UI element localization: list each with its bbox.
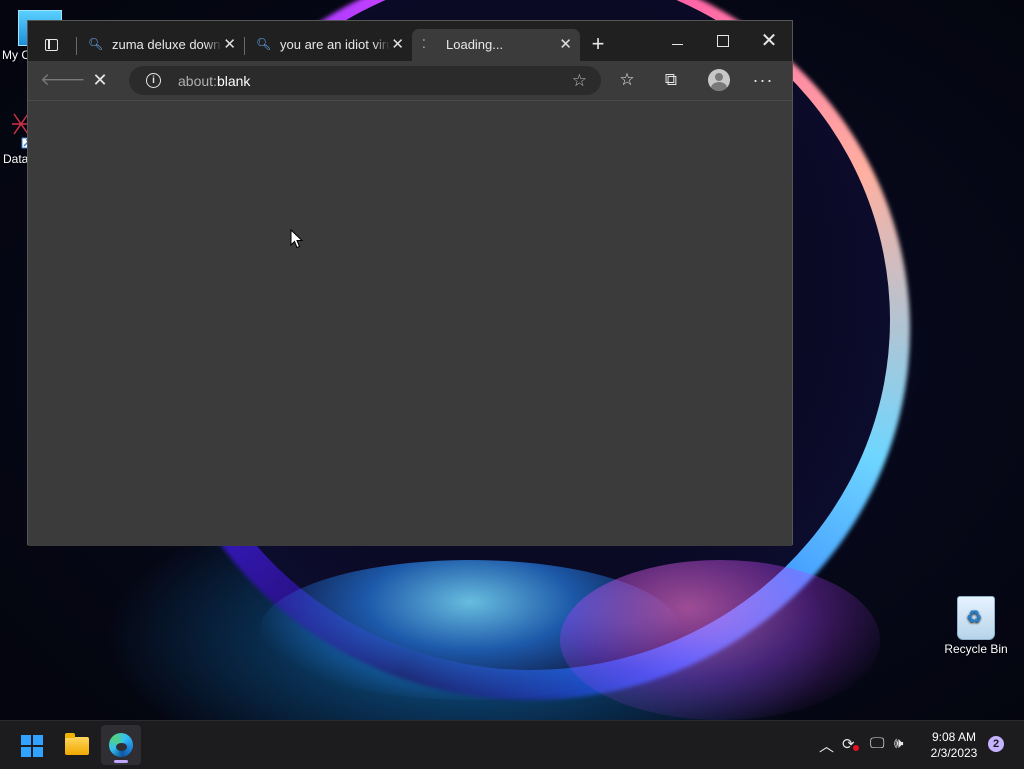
close-icon: ✕ [760,30,778,52]
close-icon: ✕ [92,70,108,90]
arrow-left-icon: 🡐 [40,70,86,89]
url-text[interactable]: about:blank [178,73,250,89]
network-icon[interactable]: 🖵︎ [870,735,884,752]
file-explorer-button[interactable] [57,725,97,765]
start-button[interactable] [12,725,52,765]
maximize-button[interactable] [700,21,746,61]
search-icon: 🔍︎ [88,37,104,51]
maximize-icon [717,35,729,47]
info-icon[interactable]: i [146,73,161,88]
collections-icon: ⧉ [664,70,678,89]
recycle-bin-icon: ♻ [957,596,995,640]
tab-loading-active[interactable]: ⁚ Loading... ✕ [412,29,580,61]
active-app-indicator [114,760,128,763]
page-content-area[interactable] [28,100,792,546]
favorites-list-star-icon: ☆ [619,70,635,89]
close-tab-button[interactable]: ✕ [391,35,404,53]
minimize-button[interactable] [654,21,700,61]
new-tab-button[interactable]: + [584,31,612,59]
profile-button[interactable] [704,66,734,94]
tab-actions-icon [45,39,58,51]
minimize-icon [671,43,683,45]
tab-zuma-search[interactable]: 🔍︎ zuma deluxe downl ✕ [78,29,244,61]
folder-icon [65,733,89,755]
browser-toolbar: 🡐 ✕ i about:blank ☆ ☆ ⧉ ··· [28,61,792,99]
close-window-button[interactable]: ✕ [746,21,792,61]
wallpaper-glow-pink [560,560,880,720]
stop-loading-button[interactable]: ✕ [85,66,115,94]
add-favorite-star-icon[interactable]: ☆ [572,71,587,91]
url-scheme: about: [178,73,217,89]
tab-label: zuma deluxe downl [112,37,222,52]
url-path: blank [216,73,251,89]
tab-separator [76,37,77,55]
tab-label: Loading... [446,37,504,52]
browser-titlebar: 🔍︎ zuma deluxe downl ✕ 🔍︎ you are an idi… [28,21,792,61]
clock-date: 2/3/2023 [930,746,978,760]
settings-more-button[interactable]: ··· [748,66,778,94]
close-tab-button[interactable]: ✕ [223,35,236,53]
tab-separator [244,37,245,55]
back-button[interactable]: 🡐 [40,66,86,94]
show-hidden-icons-chevron-up-icon[interactable]: ︿ [819,735,834,756]
favorites-button[interactable]: ☆ [612,66,642,94]
clock[interactable]: 9:08 AM 2/3/2023 [916,729,992,761]
browser-window: 🔍︎ zuma deluxe downl ✕ 🔍︎ you are an idi… [27,20,793,546]
edge-taskbar-button[interactable] [101,725,141,765]
address-bar[interactable]: i about:blank ☆ [129,66,601,95]
clock-time: 9:08 AM [931,730,977,744]
sync-status-icon[interactable]: ⟳ [842,735,859,753]
volume-icon[interactable]: 🕪︎ [894,735,903,752]
windows-logo-icon [21,735,43,757]
desktop-icon-recycle-bin[interactable]: ♻ Recycle Bin [938,596,1014,656]
tab-label: you are an idiot viru [280,37,390,52]
loading-spinner-icon: ⁚ [422,37,426,51]
tab-idiot-virus-search[interactable]: 🔍︎ you are an idiot viru ✕ [246,29,412,61]
collections-button[interactable]: ⧉ [656,66,686,94]
notification-center-badge[interactable]: 2 [988,736,1004,752]
close-tab-button[interactable]: ✕ [559,35,572,53]
tab-actions-menu-button[interactable] [36,29,70,61]
avatar-icon [708,69,730,91]
desktop-icon-label: Recycle Bin [944,642,1008,656]
taskbar: ︿ ⟳ 🖵︎ 🕪︎ 9:08 AM 2/3/2023 2 [0,720,1024,769]
edge-logo-icon [109,733,133,757]
search-icon: 🔍︎ [256,37,272,51]
